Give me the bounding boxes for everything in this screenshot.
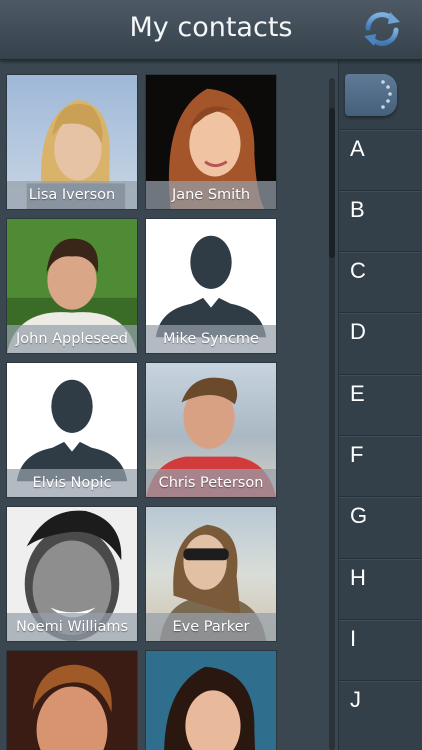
- contact-name: Mike Syncme: [146, 325, 276, 353]
- index-letter-d[interactable]: D: [339, 312, 422, 373]
- contact-tile[interactable]: John Appleseed: [6, 218, 138, 354]
- scrollbar-thumb[interactable]: [329, 108, 335, 258]
- contact-name: John Appleseed: [7, 325, 137, 353]
- alphabet-index: A B C D E F G H I J: [338, 60, 422, 750]
- index-letter-h[interactable]: H: [339, 558, 422, 619]
- sync-icon: [364, 12, 400, 46]
- contact-tile[interactable]: Eve Parker: [145, 506, 277, 642]
- contact-name: Jane Smith: [146, 181, 276, 209]
- contact-tile[interactable]: [6, 650, 138, 750]
- contact-name: Noemi Williams: [7, 613, 137, 641]
- contact-photo: [146, 651, 276, 750]
- index-letter-e[interactable]: E: [339, 374, 422, 435]
- page-title: My contacts: [129, 12, 293, 43]
- contact-tile[interactable]: Jane Smith: [145, 74, 277, 210]
- sync-button[interactable]: [360, 9, 404, 49]
- index-letter-a[interactable]: A: [339, 129, 422, 190]
- contact-photo: [7, 651, 137, 750]
- contact-tile[interactable]: [145, 650, 277, 750]
- contact-tile[interactable]: Chris Peterson: [145, 362, 277, 498]
- dotted-arc-icon: [381, 80, 392, 109]
- index-letter-c[interactable]: C: [339, 251, 422, 312]
- header-bar: My contacts: [0, 0, 422, 60]
- index-letter-i[interactable]: I: [339, 619, 422, 680]
- contact-name: Eve Parker: [146, 613, 276, 641]
- index-letter-g[interactable]: G: [339, 496, 422, 557]
- index-letter-b[interactable]: B: [339, 190, 422, 251]
- contact-tile[interactable]: Elvis Nopic: [6, 362, 138, 498]
- contact-tile[interactable]: Mike Syncme: [145, 218, 277, 354]
- index-search-tab[interactable]: [345, 74, 397, 116]
- contact-name: Lisa Iverson: [7, 181, 137, 209]
- contact-name: Chris Peterson: [146, 469, 276, 497]
- contact-tile[interactable]: Noemi Williams: [6, 506, 138, 642]
- contact-tile[interactable]: Lisa Iverson: [6, 74, 138, 210]
- index-letter-f[interactable]: F: [339, 435, 422, 496]
- contact-name: Elvis Nopic: [7, 469, 137, 497]
- index-letter-j[interactable]: J: [339, 680, 422, 741]
- contacts-grid: Lisa Iverson Jane Smith John Appleseed M…: [0, 60, 340, 750]
